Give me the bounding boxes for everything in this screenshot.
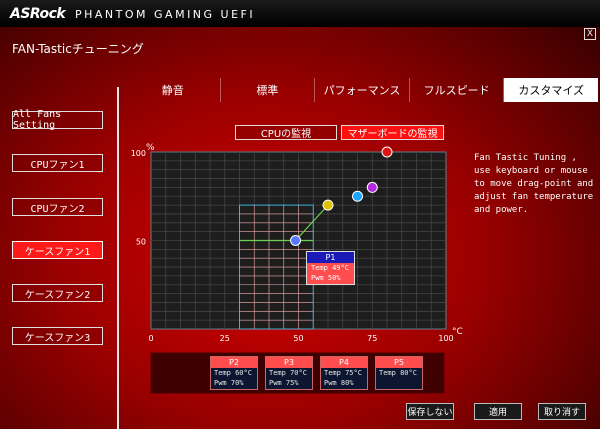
curve-point-p4[interactable] [366, 181, 378, 193]
curve-point-p5[interactable] [381, 146, 393, 158]
point-card-temp: Temp 70°C [269, 369, 307, 377]
point-card-title: P2 [211, 357, 257, 368]
point-card-pwm: Pwm 70% [214, 379, 244, 387]
point-card-temp: Temp 60°C [214, 369, 252, 377]
y-axis-unit: % [146, 143, 155, 153]
point-card-p3[interactable]: P3 Temp 70°C Pwm 75% [265, 356, 313, 390]
point-card-title: P5 [376, 357, 422, 368]
selected-point-tooltip: P1 Temp 49°C Pwm 50% [306, 251, 355, 285]
point-card-title: P4 [321, 357, 367, 368]
point-card-title: P3 [266, 357, 312, 368]
curve-point-p3[interactable] [352, 190, 363, 202]
x-tick-label: 0 [148, 334, 153, 343]
cancel-button[interactable]: 取り消す [538, 403, 586, 420]
tooltip-temp: Temp 49°C [311, 264, 349, 272]
apply-button[interactable]: 適用 [474, 403, 522, 420]
point-card-pwm: Pwm 75% [269, 379, 299, 387]
point-card-temp: Temp 75°C [324, 369, 362, 377]
x-axis-unit: °C [452, 327, 463, 337]
point-card-p4[interactable]: P4 Temp 75°C Pwm 80% [320, 356, 368, 390]
tooltip-title: P1 [307, 252, 354, 263]
curve-point-p2[interactable] [322, 199, 334, 211]
x-tick-label: 50 [293, 334, 303, 343]
point-card-p2[interactable]: P2 Temp 60°C Pwm 70% [210, 356, 258, 390]
x-tick-label: 25 [220, 334, 230, 343]
curve-point-p1[interactable] [290, 235, 302, 246]
discard-button[interactable]: 保存しない [406, 403, 454, 420]
point-card-pwm: Pwm 80% [324, 379, 354, 387]
point-card-p5[interactable]: P5 Temp 80°C [375, 356, 423, 390]
x-tick-label: 75 [367, 334, 377, 343]
tooltip-pwm: Pwm 50% [311, 274, 341, 282]
y-tick-label: 100 [131, 149, 146, 158]
point-card-temp: Temp 80°C [379, 369, 417, 377]
y-tick-label: 50 [136, 238, 146, 247]
